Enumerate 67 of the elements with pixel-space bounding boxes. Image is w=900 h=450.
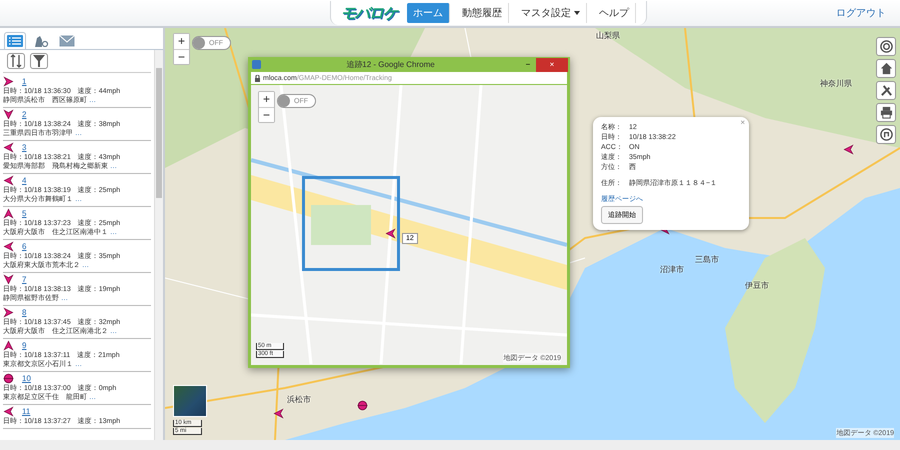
vehicle-link[interactable]: 3 — [22, 142, 26, 152]
vehicle-link[interactable]: 4 — [22, 176, 26, 186]
route-icon — [880, 128, 892, 141]
place-label: 神奈川県 — [820, 78, 852, 89]
close-button[interactable]: × — [740, 118, 745, 127]
heading-arrow-icon — [3, 109, 14, 120]
nav-tab[interactable]: ホーム — [407, 3, 450, 23]
vehicle-marker-icon — [843, 144, 854, 155]
vehicle-link[interactable]: 8 — [22, 308, 26, 318]
heading-arrow-icon — [3, 307, 14, 318]
stopped-marker-icon — [3, 373, 14, 384]
filter-icon — [33, 55, 45, 67]
zoom-out-button[interactable]: − — [259, 107, 274, 122]
vehicle-link[interactable]: 11 — [22, 406, 30, 416]
logout-link[interactable]: ログアウト — [836, 6, 886, 20]
place-label: 三島市 — [695, 254, 719, 265]
vehicle-marker-icon — [273, 408, 284, 419]
heading-arrow-icon — [3, 274, 14, 285]
target-icon — [880, 40, 892, 53]
place-label: 山梨県 — [596, 30, 620, 41]
logo: モバロケ — [341, 4, 397, 22]
zoom-out-button[interactable]: − — [174, 49, 189, 64]
sort-icon — [10, 54, 22, 68]
tools-icon — [880, 84, 892, 97]
nav-tab[interactable]: 動態履歴 — [456, 3, 509, 23]
heading-arrow-icon — [3, 76, 14, 87]
heading-arrow-icon — [3, 208, 14, 219]
heading-arrow-icon — [3, 406, 14, 417]
nav-tab[interactable]: マスタ設定 — [515, 3, 587, 23]
home-icon — [880, 62, 892, 75]
stopped-marker-icon — [357, 400, 368, 411]
minimize-button[interactable]: − — [520, 58, 536, 72]
map-tool-button[interactable] — [876, 81, 896, 100]
vehicle-link[interactable]: 2 — [22, 110, 26, 120]
place-label: 浜松市 — [287, 394, 311, 405]
browser-icon — [252, 60, 261, 69]
sidebar-tab[interactable] — [4, 32, 26, 49]
map-tool-button[interactable] — [876, 37, 896, 56]
close-button[interactable]: × — [536, 58, 568, 72]
satellite-thumbnail[interactable] — [173, 385, 207, 417]
list-icon — [7, 35, 23, 47]
vehicle-link[interactable]: 5 — [22, 208, 26, 218]
map-tool-button[interactable] — [876, 125, 896, 144]
park-area — [311, 205, 371, 245]
vehicle-link[interactable]: 10 — [22, 374, 31, 384]
map-tool-button[interactable] — [876, 59, 896, 78]
vehicle-link[interactable]: 6 — [22, 242, 26, 252]
place-label: 沼津市 — [660, 264, 684, 275]
map-tool-button[interactable] — [876, 103, 896, 122]
heading-arrow-icon — [3, 340, 14, 351]
heading-arrow-icon — [3, 142, 14, 153]
heading-arrow-icon — [3, 175, 14, 186]
scrollbar[interactable] — [154, 50, 163, 440]
mail-icon — [59, 35, 75, 47]
heading-arrow-icon — [3, 241, 14, 252]
vehicle-marker-icon — [385, 228, 396, 239]
vehicle-link[interactable]: 1 — [22, 76, 26, 86]
sort-button[interactable] — [7, 53, 25, 69]
nav-tab[interactable]: ヘルプ — [593, 3, 636, 23]
vehicle-link[interactable]: 7 — [22, 274, 26, 284]
printer-icon — [880, 106, 892, 119]
place-label: 伊豆市 — [745, 280, 769, 291]
filter-button[interactable] — [30, 53, 48, 69]
vehicle-link[interactable]: 9 — [22, 340, 26, 350]
window-title: 追跡12 - Google Chrome — [345, 59, 436, 70]
building-search-icon — [33, 35, 49, 47]
lock-icon — [255, 74, 260, 82]
